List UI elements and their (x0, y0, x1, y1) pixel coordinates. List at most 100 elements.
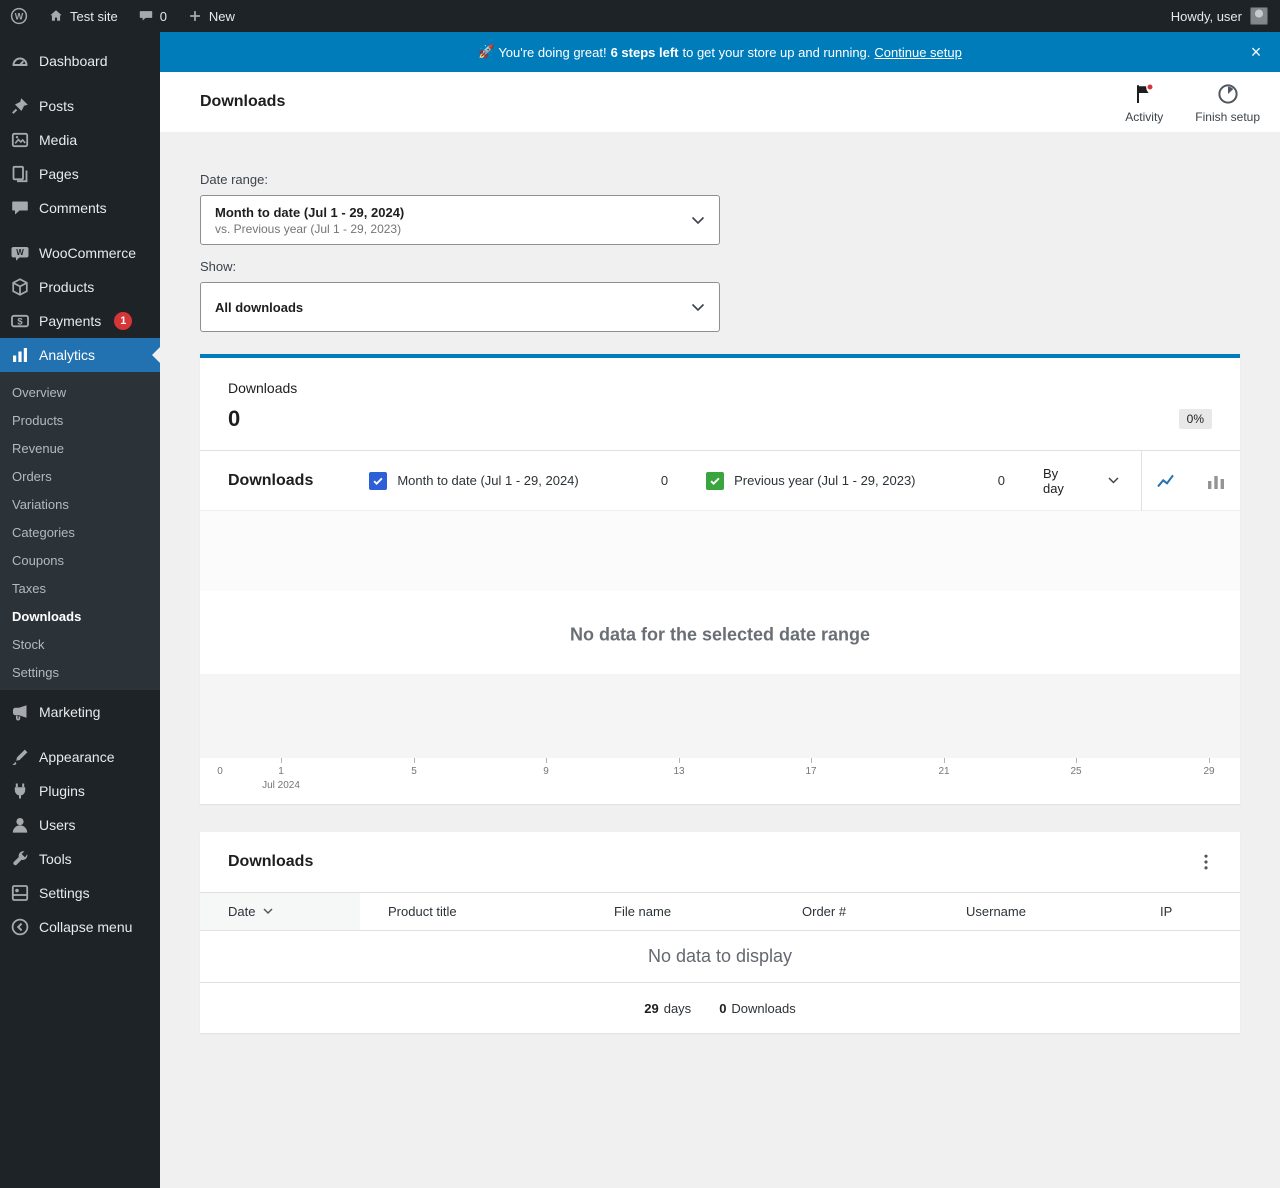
summary-label: Downloads (228, 380, 298, 396)
sidebar-item-label: WooCommerce (39, 245, 136, 261)
sidebar-item-settings[interactable]: Settings (0, 876, 160, 910)
x-tick-mark (811, 758, 812, 763)
pushpin-icon (10, 96, 30, 116)
sidebar-subitem-orders[interactable]: Orders (0, 462, 160, 490)
chart-plot-area: No data for the selected date range (200, 511, 1240, 758)
show-select[interactable]: All downloads (200, 282, 720, 332)
sidebar-subitem-stock[interactable]: Stock (0, 630, 160, 658)
visit-site-button[interactable]: Test site (38, 0, 128, 32)
x-tick-label: 21 (938, 766, 950, 777)
sidebar-item-posts[interactable]: Posts (0, 89, 160, 123)
sidebar-item-marketing[interactable]: Marketing (0, 695, 160, 729)
close-icon: × (1250, 41, 1262, 62)
column-header-ip[interactable]: IP (1132, 892, 1240, 931)
subitem-label: Coupons (12, 552, 65, 568)
column-header-order-number[interactable]: Order # (774, 892, 938, 931)
sidebar-subitem-coupons[interactable]: Coupons (0, 546, 160, 574)
table-options-button[interactable] (1188, 844, 1224, 880)
wordpress-logo-icon: W (10, 7, 28, 25)
legend-item-current-period[interactable]: Month to date (Jul 1 - 29, 2024) 0 (369, 471, 669, 490)
sidebar-item-label: Marketing (39, 704, 101, 720)
sidebar-item-analytics[interactable]: Analytics (0, 338, 160, 372)
column-header-product-title[interactable]: Product title (360, 892, 586, 931)
sidebar-item-appearance[interactable]: Appearance (0, 740, 160, 774)
collapse-menu-button[interactable]: Collapse menu (0, 910, 160, 944)
x-tick-label: 25 (1070, 766, 1082, 777)
banner-lead: You're doing great! (498, 44, 607, 60)
sidebar-item-tools[interactable]: Tools (0, 842, 160, 876)
legend-item-previous-period[interactable]: Previous year (Jul 1 - 29, 2023) 0 (706, 471, 1005, 490)
comments-count: 0 (159, 8, 167, 24)
comment-bubble-icon (138, 8, 154, 24)
user-icon (10, 815, 30, 835)
days-label: days (663, 1000, 692, 1016)
summary-tab-downloads[interactable]: Downloads 0 0% (200, 358, 1240, 451)
sidebar-item-products[interactable]: Products (0, 270, 160, 304)
interval-select[interactable]: By day (1043, 466, 1141, 496)
main-panel: Date range: Month to date (Jul 1 - 29, 2… (160, 132, 1280, 1033)
sidebar-subitem-settings[interactable]: Settings (0, 658, 160, 686)
plus-icon (187, 8, 203, 24)
banner-rest: to get your store up and running. (682, 44, 871, 60)
sidebar-subitem-revenue[interactable]: Revenue (0, 434, 160, 462)
payments-badge: 1 (114, 312, 133, 330)
column-label: Product title (388, 904, 457, 919)
date-range-label: Date range: (200, 172, 268, 187)
collapse-menu-label: Collapse menu (39, 919, 133, 935)
sidebar-item-woocommerce[interactable]: W WooCommerce (0, 236, 160, 270)
bar-chart-icon (1207, 475, 1224, 489)
sidebar-subitem-products[interactable]: Products (0, 406, 160, 434)
account-menu[interactable]: Howdy, user (1171, 7, 1280, 25)
howdy-text: Howdy, user (1170, 8, 1242, 24)
sidebar-item-comments[interactable]: Comments (0, 191, 160, 225)
downloads-value: 0 (719, 1000, 727, 1016)
sidebar-subitem-downloads[interactable]: Downloads (0, 602, 160, 630)
downloads-summary: 0 Downloads (719, 1001, 796, 1016)
svg-text:$: $ (17, 316, 23, 327)
line-chart-toggle-button[interactable] (1142, 451, 1191, 511)
sidebar-subitem-taxes[interactable]: Taxes (0, 574, 160, 602)
bar-chart-toggle-button[interactable] (1191, 451, 1240, 511)
sidebar-item-plugins[interactable]: Plugins (0, 774, 160, 808)
sidebar-item-label: Analytics (39, 347, 96, 363)
column-header-date[interactable]: Date (200, 892, 360, 931)
x-tick-mark (679, 758, 680, 763)
sidebar-item-payments[interactable]: $ Payments 1 (0, 304, 160, 338)
column-header-username[interactable]: Username (938, 892, 1132, 931)
chevron-down-icon (1108, 477, 1119, 484)
sidebar-item-label: Posts (39, 98, 75, 114)
finish-setup-button[interactable]: Finish setup (1179, 72, 1276, 132)
sidebar-subitem-variations[interactable]: Variations (0, 490, 160, 518)
new-content-button[interactable]: New (177, 0, 245, 32)
page-title: Downloads (200, 93, 286, 110)
sidebar-item-users[interactable]: Users (0, 808, 160, 842)
paintbrush-icon (10, 747, 30, 767)
admin-bar: W Test site 0 New Howdy, user (0, 0, 1280, 32)
comments-shortcut-button[interactable]: 0 (128, 0, 177, 32)
legend-value: 0 (997, 473, 1005, 488)
date-range-value-group: Month to date (Jul 1 - 29, 2024) vs. Pre… (215, 205, 404, 236)
checkbox-checked-icon[interactable] (369, 471, 388, 490)
column-header-file-name[interactable]: File name (586, 892, 774, 931)
sidebar-item-pages[interactable]: Pages (0, 157, 160, 191)
date-range-comparison: vs. Previous year (Jul 1 - 29, 2023) (215, 221, 402, 236)
legend-value: 0 (660, 473, 669, 488)
sidebar-item-label: Appearance (39, 749, 115, 765)
new-label: New (208, 8, 235, 24)
continue-setup-link[interactable]: Continue setup (874, 45, 961, 60)
wrench-icon (10, 849, 30, 869)
sidebar-item-dashboard[interactable]: Dashboard (0, 44, 160, 78)
subitem-label: Stock (12, 636, 45, 652)
sidebar-subitem-overview[interactable]: Overview (0, 378, 160, 406)
chart-header: Downloads Month to date (Jul 1 - 29, 202… (200, 450, 1240, 511)
checkbox-checked-icon[interactable] (706, 471, 725, 490)
sidebar-item-media[interactable]: Media (0, 123, 160, 157)
date-range-select[interactable]: Month to date (Jul 1 - 29, 2024) vs. Pre… (200, 195, 720, 245)
wordpress-logo-button[interactable]: W (0, 0, 38, 32)
setup-notice-banner: 🚀 You're doing great! 6 steps left to ge… (160, 32, 1280, 72)
sidebar-subitem-categories[interactable]: Categories (0, 518, 160, 546)
banner-close-button[interactable]: × (1240, 32, 1272, 72)
activity-button[interactable]: Activity (1109, 72, 1179, 132)
sidebar-item-label: Media (39, 132, 78, 148)
x-tick-label: 1 (278, 766, 284, 777)
